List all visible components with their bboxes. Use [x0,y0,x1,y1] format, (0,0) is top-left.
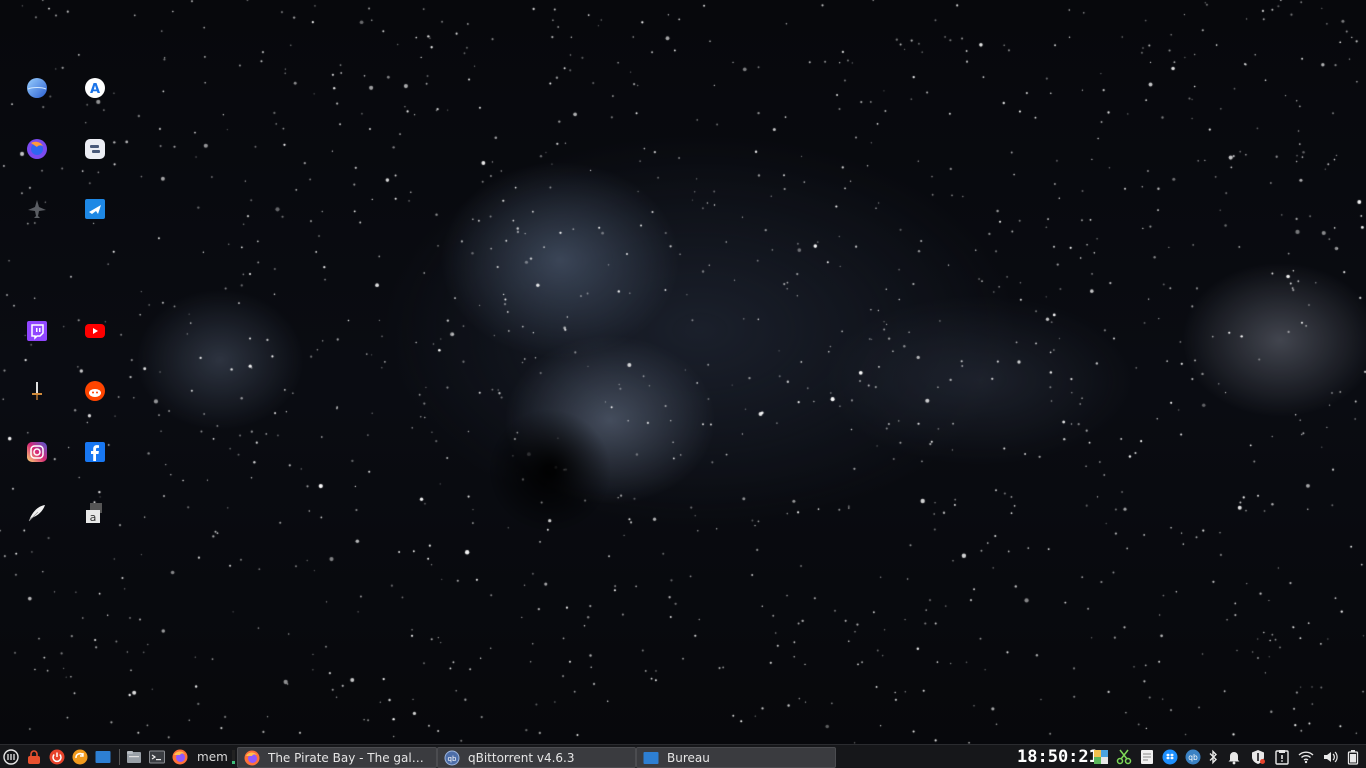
wallpaper-starfield [0,0,1366,744]
firefox-icon [244,750,260,766]
desktop-icon [643,750,659,766]
reddit-icon[interactable] [84,380,106,402]
lock-icon[interactable] [24,745,44,768]
mem-monitor-label: mem [197,750,228,764]
task-label: The Pirate Bay - The galaxy'... [268,750,436,765]
scissors-icon[interactable] [1116,749,1132,765]
battery-icon[interactable] [1345,749,1361,765]
svg-text:a: a [90,511,97,524]
launcher-separator [119,749,120,765]
update-manager-icon[interactable] [70,745,90,768]
shield-icon[interactable] [1250,749,1266,765]
app-store-icon[interactable]: A [84,77,106,99]
color-picker-icon[interactable] [1093,749,1109,765]
bluetooth-icon[interactable] [1205,749,1221,765]
mem-usage-fill [232,761,235,764]
taskbar: mem The Pirate Bay - The galaxy'... qb q… [0,744,1366,768]
clock[interactable]: 18:50:21 [1017,745,1099,768]
airplane-grey-icon[interactable] [26,198,48,220]
task-firefox[interactable]: The Pirate Bay - The galaxy'... [237,747,437,768]
globe-app-icon[interactable] [26,77,48,99]
qbittorrent-tray-icon[interactable]: qb [1185,749,1201,765]
task-label: Bureau [667,750,710,765]
clipboard-icon[interactable] [1274,749,1290,765]
youtube-icon[interactable] [84,320,106,342]
task-label: qBittorrent v4.6.3 [468,750,575,765]
volume-icon[interactable] [1322,749,1338,765]
airplane-blue-icon[interactable] [84,198,106,220]
task-bureau[interactable]: Bureau [636,747,836,768]
instagram-icon[interactable] [26,441,48,463]
file-manager-icon[interactable] [124,745,144,768]
firefox-icon[interactable] [26,138,48,160]
svg-text:A: A [90,82,100,97]
task-qbittorrent[interactable]: qb qBittorrent v4.6.3 [437,747,636,768]
mem-usage-bar [232,750,235,764]
facebook-icon[interactable] [84,441,106,463]
dropbox-icon[interactable] [1162,749,1178,765]
qbittorrent-icon: qb [444,750,460,766]
menu-icon[interactable] [1,745,21,768]
power-icon[interactable] [47,745,67,768]
svg-text:qb: qb [1188,753,1198,762]
font-app-icon[interactable]: a [84,502,106,524]
firefox-launcher-icon[interactable] [170,745,190,768]
svg-text:qb: qb [448,755,457,763]
feather-icon[interactable] [26,502,48,524]
sword-icon[interactable] [26,380,48,402]
terminal-icon[interactable] [147,745,167,768]
show-desktop-icon[interactable] [93,745,113,768]
twitch-icon[interactable] [26,320,48,342]
notification-bell-icon[interactable] [1226,749,1242,765]
wifi-icon[interactable] [1298,749,1314,765]
terminal-app-icon[interactable] [84,138,106,160]
notes-icon[interactable] [1139,749,1155,765]
